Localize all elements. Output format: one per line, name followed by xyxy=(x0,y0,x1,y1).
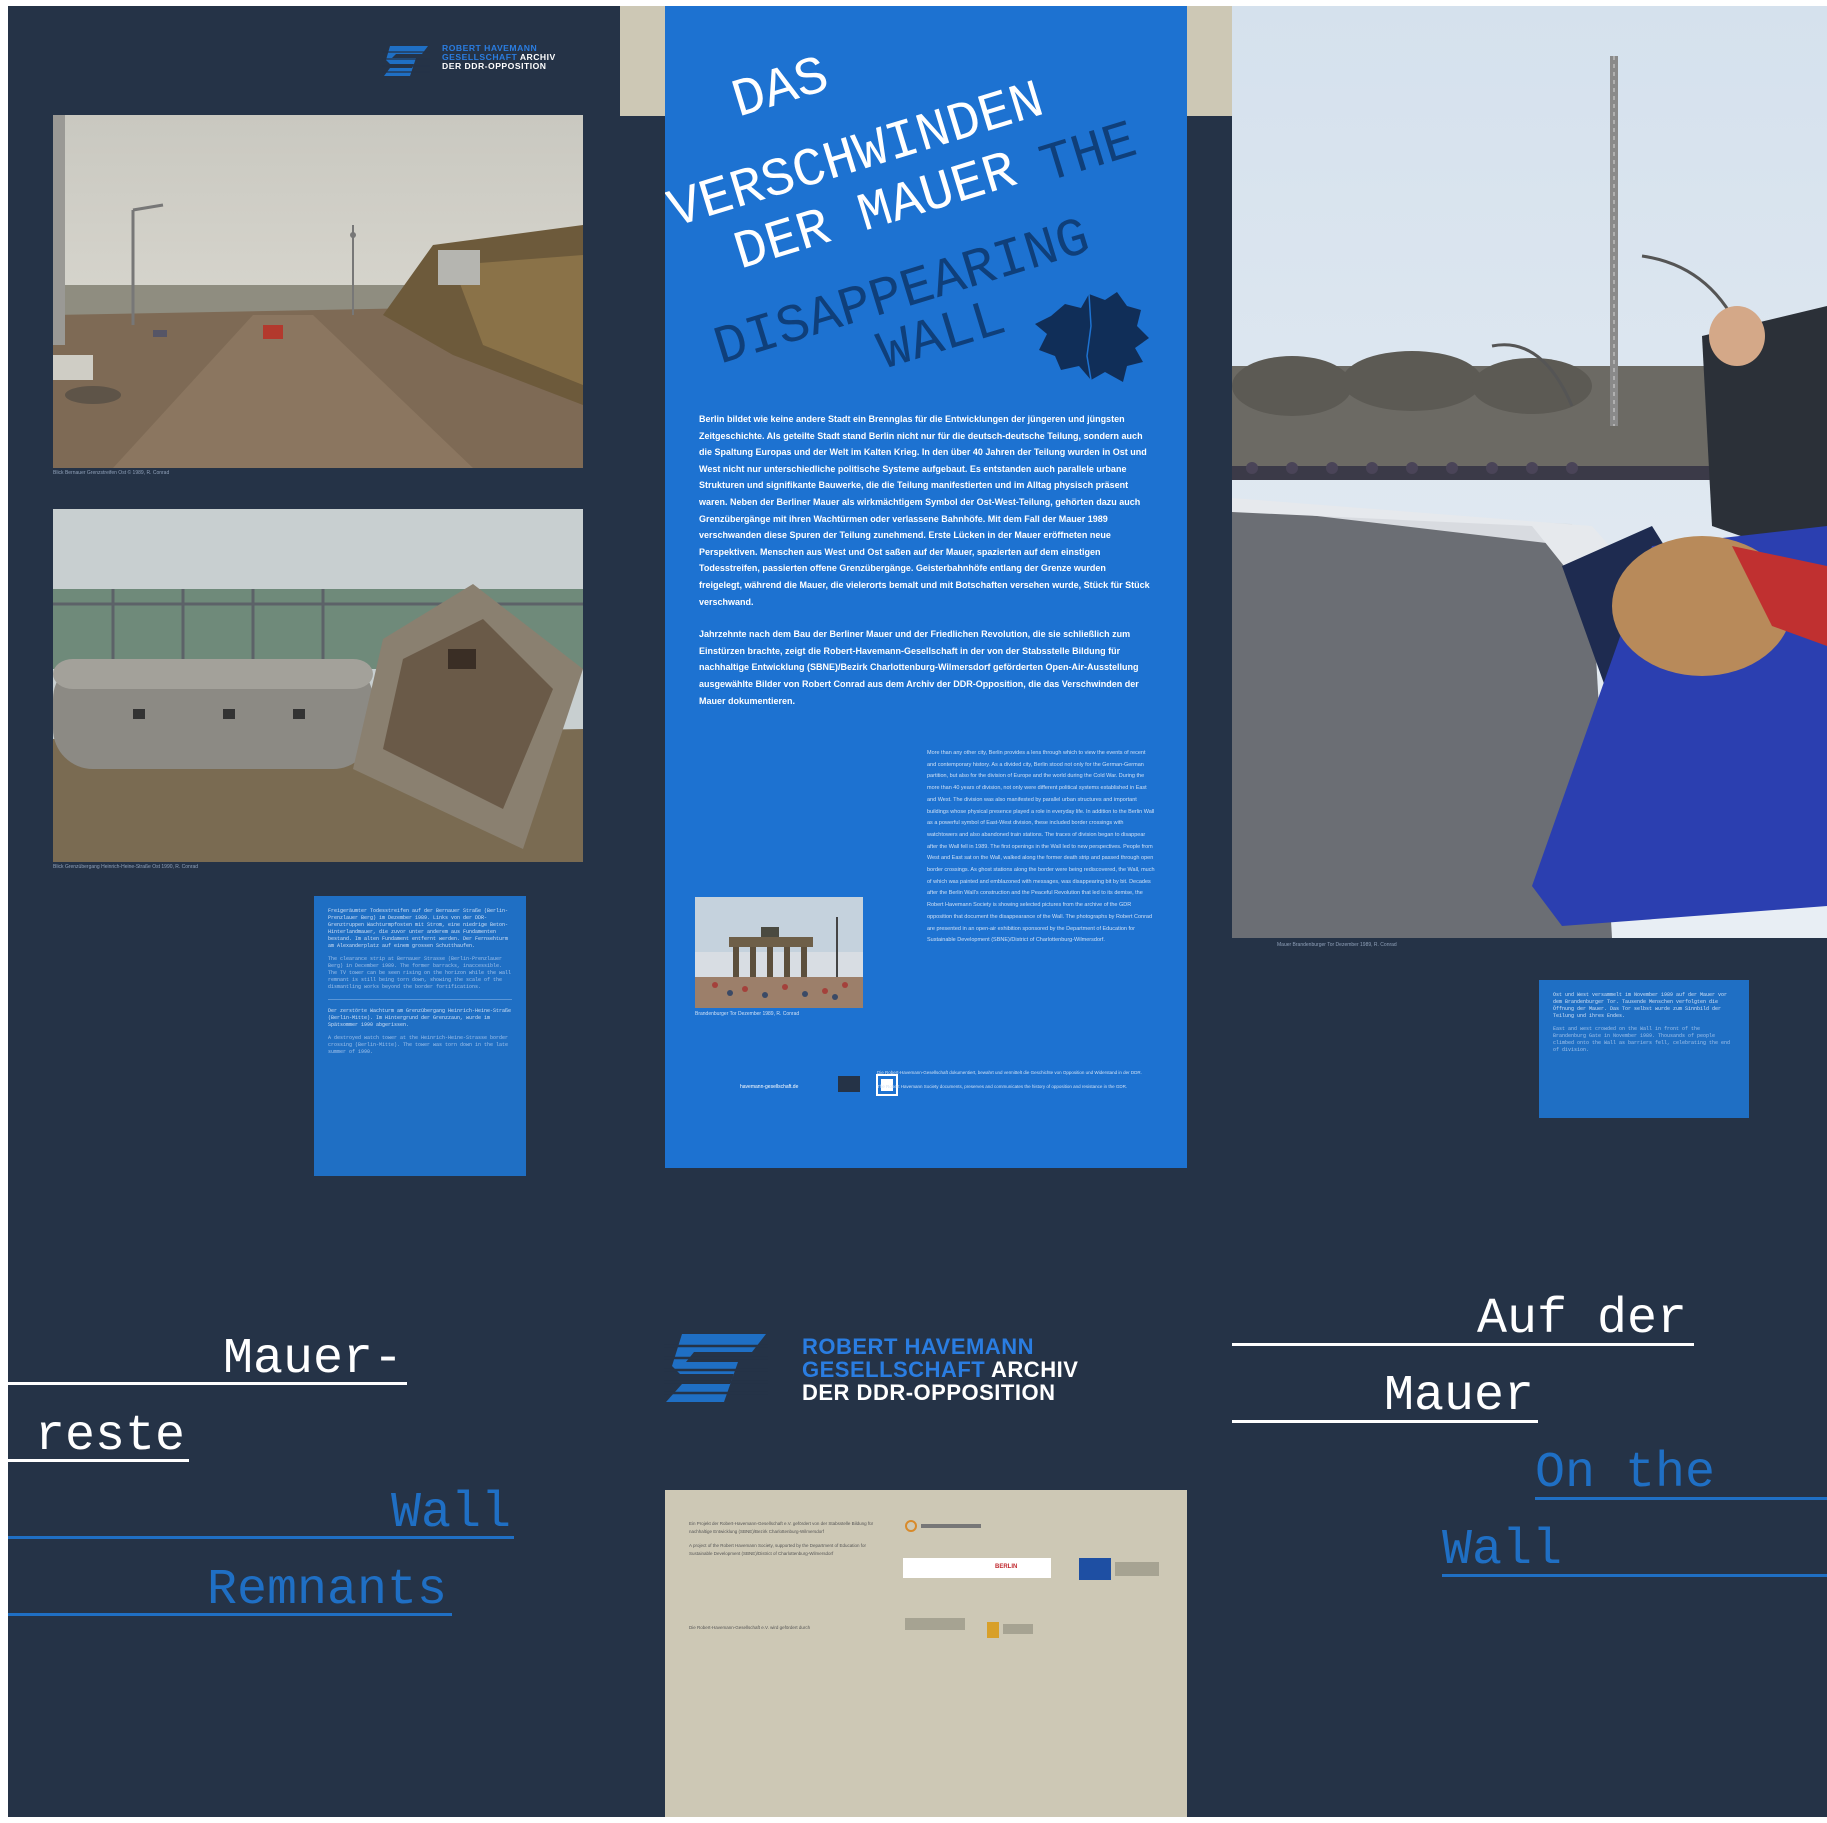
panel-on-the-wall: Mauer Brandenburger Tor Dezember 1989, R… xyxy=(1232,6,1827,1817)
photo-brandenburg-gate xyxy=(695,897,863,1008)
photo2-caption: Blick Grenzübergang Heinrich-Heine-Straß… xyxy=(53,864,199,870)
berlin-logo-text: BERLIN xyxy=(995,1564,1018,1570)
panel-wall-remnants: ROBERT HAVEMANN GESELLSCHAFT ARCHIV DER … xyxy=(8,6,622,1817)
title-rule-right-4 xyxy=(1442,1574,1827,1577)
havemann-logo-large-icon xyxy=(664,1334,768,1402)
logo-large-line-1: ROBERT HAVEMANN xyxy=(802,1334,1034,1359)
photo1-caption: Blick Bernauer Grenzstreifen Ost © 1989,… xyxy=(53,470,170,476)
caption-card-right: Ost und West versammelt im November 1989… xyxy=(1539,980,1749,1118)
caption-card-left: Freigeräumter Todesstreifen auf der Bern… xyxy=(314,896,526,1176)
sponsor-text-funding: Die Robert-Havemann-Gesellschaft e.V. wi… xyxy=(689,1625,811,1630)
card-right-text-en: East and west crowded on the Wall in fro… xyxy=(1553,1026,1731,1053)
poster-title-block: DAS VERSCHWINDEN DER MAUER THE DISAPPEAR… xyxy=(665,6,1187,406)
sbne-logo-icon xyxy=(905,1520,917,1532)
crowd-photo-caption: Mauer Brandenburger Tor Dezember 1989, R… xyxy=(1277,942,1397,948)
sponsor-panel: Ein Projekt der Robert-Havemann-Gesellsc… xyxy=(665,1490,1187,1817)
title-wall-right: Wall xyxy=(1442,1522,1563,1579)
foundation-text-icon xyxy=(1003,1624,1033,1634)
title-wall-remnants-1: Wall xyxy=(391,1485,512,1542)
site-label: havemann-gesellschaft.de xyxy=(740,1084,799,1090)
sponsor-text-de: Ein Projekt der Robert-Havemann-Gesellsc… xyxy=(689,1521,874,1534)
card-text-de-1: Freigeräumter Todesstreifen auf der Bern… xyxy=(328,908,509,949)
title-rule-1 xyxy=(8,1382,407,1385)
logo-line-3: DER DDR-OPPOSITION xyxy=(442,61,547,72)
photo-border-strip xyxy=(53,115,583,468)
card-text-en-1: The clearance strip at Bernauer Strasse … xyxy=(328,956,512,990)
title-rule-4 xyxy=(8,1613,452,1616)
intro-de-paragraph-1: Berlin bildet wie keine andere Stadt ein… xyxy=(699,414,1150,607)
eu-flag-icon xyxy=(1079,1558,1111,1580)
berlin-map-icon xyxy=(1035,292,1149,382)
credit-en: The Robert Havemann Society documents, p… xyxy=(877,1084,1128,1089)
title-mauerreste-1: Mauer- xyxy=(223,1331,404,1388)
title-auf-der: Auf der xyxy=(1477,1291,1688,1348)
panel-disappearing-wall: DAS VERSCHWINDEN DER MAUER THE DISAPPEAR… xyxy=(620,6,1232,1817)
federal-logo-icon xyxy=(905,1618,965,1630)
sponsor-text-en: A project of the Robert Havemann Society… xyxy=(689,1543,867,1556)
poster-credits: Die Robert-Havemann-Gesellschaft dokumen… xyxy=(877,1069,1147,1097)
beige-tab-right xyxy=(1187,6,1232,116)
title-das: DAS xyxy=(725,46,837,133)
card-right-text-de: Ost und West versammelt im November 1989… xyxy=(1553,992,1728,1019)
title-the: THE xyxy=(1033,111,1145,198)
title-on-the: On the xyxy=(1535,1445,1716,1502)
sbne-logo-bar xyxy=(921,1524,981,1528)
logo-large-line-3: DER DDR-OPPOSITION xyxy=(802,1380,1056,1406)
intro-de-paragraph-2: Jahrzehnte nach dem Bau der Berliner Mau… xyxy=(699,629,1139,706)
logo-wordmark-large: ROBERT HAVEMANN GESELLSCHAFT ARCHIV DER … xyxy=(802,1335,1078,1404)
photo-destroyed-watchtower xyxy=(53,509,583,862)
logo-wordmark: ROBERT HAVEMANN GESELLSCHAFT ARCHIV DER … xyxy=(442,43,556,72)
title-rule-3 xyxy=(8,1536,514,1539)
main-poster: DAS VERSCHWINDEN DER MAUER THE DISAPPEAR… xyxy=(665,6,1187,1168)
beige-tab-left xyxy=(620,6,665,116)
card-text-de-2: Der zerstörte Wachturm am Grenzübergang … xyxy=(328,1008,512,1028)
credit-de: Die Robert-Havemann-Gesellschaft dokumen… xyxy=(877,1070,1142,1075)
card-text-en-2: A destroyed watch tower at the Heinrich-… xyxy=(328,1035,509,1055)
intro-text-german: Berlin bildet wie keine andere Stadt ein… xyxy=(699,411,1151,725)
gate-photo-caption: Brandenburger Tor Dezember 1989, R. Conr… xyxy=(695,1011,800,1017)
logo-large-archiv: ARCHIV xyxy=(991,1357,1079,1383)
havemann-logo-icon xyxy=(382,46,430,76)
intro-text-english: More than any other city, Berlin provide… xyxy=(927,750,1155,944)
title-wall-remnants-2: Remnants xyxy=(207,1562,448,1619)
foundation-logo-icon xyxy=(987,1622,999,1638)
title-mauer: Mauer xyxy=(1384,1368,1535,1425)
title-rule-right-2 xyxy=(1232,1420,1538,1423)
eu-text-icon xyxy=(1115,1562,1159,1576)
logo-large-line-2: GESELLSCHAFT xyxy=(802,1357,986,1383)
title-rule-2 xyxy=(8,1459,189,1462)
berlin-bezirk-logo-icon xyxy=(903,1558,1051,1578)
title-rule-right-1 xyxy=(1232,1343,1694,1346)
title-mauerreste-2: reste xyxy=(35,1408,186,1465)
title-rule-right-3 xyxy=(1535,1497,1827,1500)
photo-crowd-on-wall xyxy=(1232,6,1827,938)
small-logo-icon xyxy=(838,1076,860,1092)
